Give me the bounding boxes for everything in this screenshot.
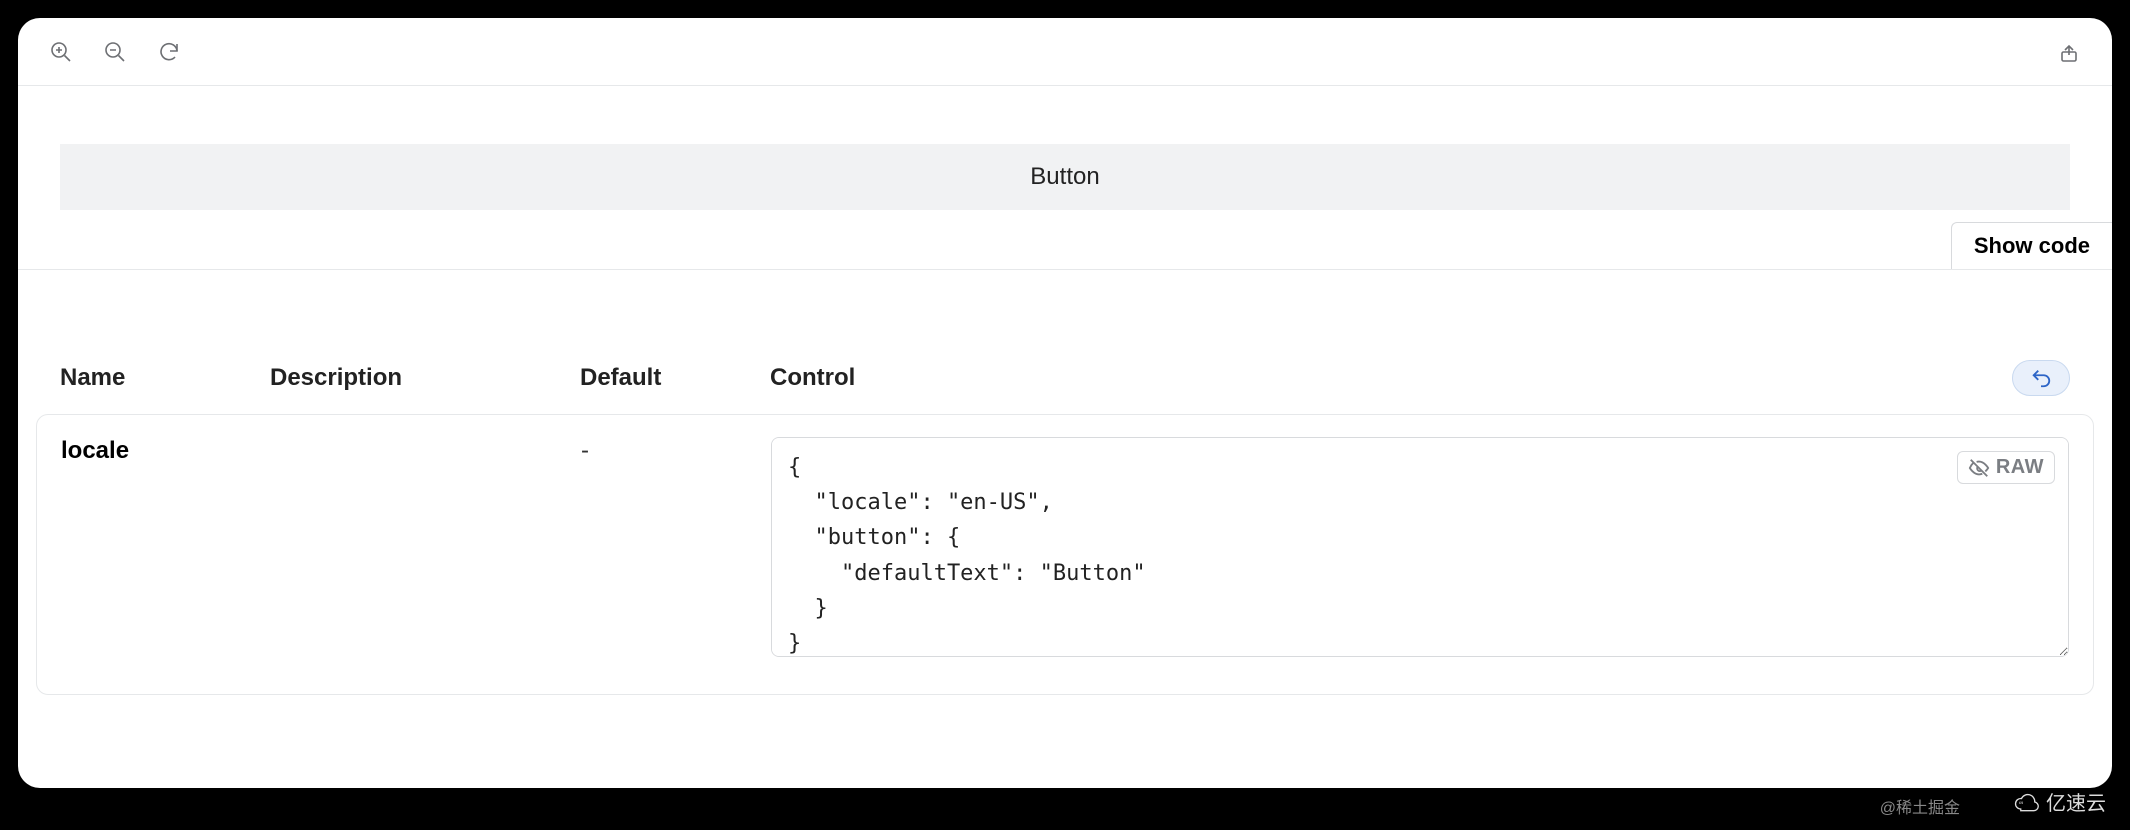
prop-control-cell: RAW xyxy=(771,437,2069,664)
reset-zoom-icon[interactable] xyxy=(156,39,182,65)
demo-button-label: Button xyxy=(1030,163,1099,191)
header-control: Control xyxy=(770,364,855,392)
prop-default: - xyxy=(581,437,771,664)
prop-description xyxy=(271,437,581,664)
preview-panel: Button Show code xyxy=(18,86,2112,270)
zoom-in-icon[interactable] xyxy=(48,39,74,65)
eye-off-icon xyxy=(1968,457,1990,479)
args-row: locale - RAW xyxy=(36,414,2094,695)
show-code-label: Show code xyxy=(1974,233,2090,258)
demo-button[interactable]: Button xyxy=(60,144,2070,210)
watermark-yisu: ∞ 亿速云 xyxy=(2012,787,2106,816)
raw-toggle-label: RAW xyxy=(1996,456,2044,479)
storybook-frame: Button Show code Name Description Defaul… xyxy=(18,18,2112,788)
preview-toolbar xyxy=(18,18,2112,86)
args-header-row: Name Description Default Control xyxy=(18,360,2112,414)
raw-toggle-button[interactable]: RAW xyxy=(1957,451,2055,484)
header-default: Default xyxy=(580,364,770,392)
json-control-input[interactable] xyxy=(771,437,2069,657)
watermark-juejin: @稀土掘金 xyxy=(1880,794,1960,818)
svg-text:∞: ∞ xyxy=(2019,799,2023,806)
show-code-button[interactable]: Show code xyxy=(1951,222,2112,269)
share-icon[interactable] xyxy=(2056,39,2082,65)
args-panel: Name Description Default Control locale … xyxy=(18,270,2112,788)
zoom-out-icon[interactable] xyxy=(102,39,128,65)
header-description: Description xyxy=(270,364,580,392)
reset-controls-button[interactable] xyxy=(2012,360,2070,396)
undo-icon xyxy=(2030,367,2052,389)
cloud-icon: ∞ xyxy=(2012,791,2040,813)
header-name: Name xyxy=(60,364,270,392)
prop-name: locale xyxy=(61,437,271,664)
